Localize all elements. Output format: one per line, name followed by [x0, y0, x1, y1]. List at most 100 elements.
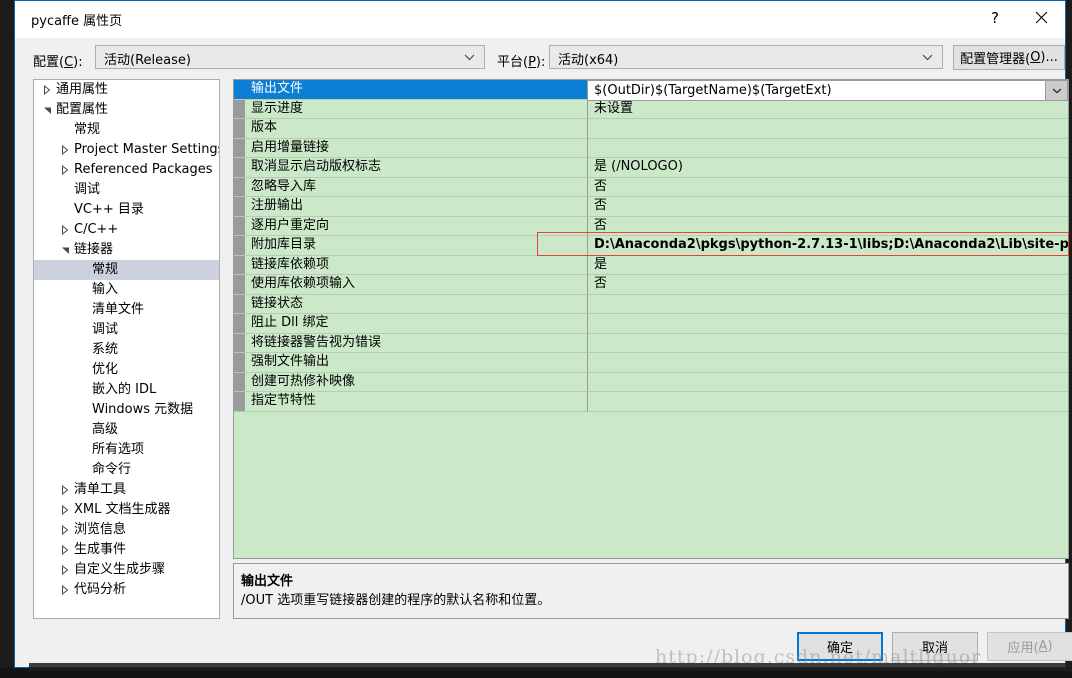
- close-icon[interactable]: [1018, 1, 1064, 34]
- property-name: 启用增量链接: [234, 138, 588, 158]
- property-row[interactable]: 附加库目录 D:\Anaconda2\pkgs\python-2.7.13-1\l…: [234, 236, 1068, 256]
- property-value[interactable]: [588, 392, 1068, 412]
- property-name: 显示进度: [234, 99, 588, 119]
- bottom-blur-strip: [29, 663, 1072, 671]
- property-row[interactable]: 创建可热修补映像: [234, 372, 1068, 392]
- property-value[interactable]: 是 (/NOLOGO): [588, 158, 1068, 178]
- property-value[interactable]: D:\Anaconda2\pkgs\python-2.7.13-1\libs;D…: [588, 236, 1068, 256]
- tree-item[interactable]: 清单工具: [34, 480, 219, 500]
- expander-collapsed-icon[interactable]: [58, 560, 72, 580]
- property-value[interactable]: [588, 373, 1068, 392]
- expander-collapsed-icon[interactable]: [58, 520, 72, 540]
- description-text: /OUT 选项重写链接器创建的程序的默认名称和位置。: [241, 593, 551, 608]
- property-value[interactable]: [588, 139, 1068, 158]
- chevron-down-icon[interactable]: [1045, 81, 1067, 100]
- tree-item-label: 生成事件: [74, 542, 127, 557]
- property-name: 链接库依赖项: [234, 255, 588, 275]
- property-row[interactable]: 链接库依赖项是: [234, 255, 1068, 275]
- configuration-manager-button[interactable]: 配置管理器(O)...: [953, 45, 1065, 70]
- property-value[interactable]: 未设置: [588, 100, 1068, 119]
- close-glyph: [1035, 11, 1047, 24]
- tree-item[interactable]: 通用属性: [34, 80, 219, 100]
- property-row[interactable]: 将链接器警告视为错误: [234, 333, 1068, 353]
- tree-item[interactable]: 命令行: [34, 460, 219, 480]
- expander-expanded-icon[interactable]: [58, 240, 72, 260]
- property-row[interactable]: 逐用户重定向否: [234, 216, 1068, 236]
- property-name: 创建可热修补映像: [234, 372, 588, 392]
- tree-item[interactable]: 常规: [34, 120, 219, 140]
- property-value[interactable]: 否: [588, 178, 1068, 197]
- property-row[interactable]: 版本: [234, 119, 1068, 139]
- property-row[interactable]: 指定节特性: [234, 392, 1068, 412]
- tree-item[interactable]: XML 文档生成器: [34, 500, 219, 520]
- expander-collapsed-icon[interactable]: [58, 540, 72, 560]
- property-row[interactable]: 强制文件输出: [234, 353, 1068, 373]
- expander-collapsed-icon[interactable]: [58, 220, 72, 240]
- property-name: 链接状态: [234, 294, 588, 314]
- tree-item[interactable]: Project Master Settings: [34, 140, 219, 160]
- chevron-down-icon: [464, 46, 475, 68]
- tree-item[interactable]: 嵌入的 IDL: [34, 380, 219, 400]
- property-value[interactable]: 否: [588, 217, 1068, 236]
- output-file-editor[interactable]: $(OutDir)$(TargetName)$(TargetExt): [587, 80, 1068, 101]
- property-row[interactable]: 取消显示启动版权标志是 (/NOLOGO): [234, 158, 1068, 178]
- tree-item[interactable]: 代码分析: [34, 580, 219, 600]
- tree-item[interactable]: 常规: [34, 260, 219, 280]
- platform-dropdown[interactable]: 活动(x64): [549, 45, 943, 69]
- expander-collapsed-icon[interactable]: [58, 140, 72, 160]
- property-value[interactable]: [588, 314, 1068, 334]
- property-name: 忽略导入库: [234, 177, 588, 197]
- cancel-button[interactable]: 取消: [892, 632, 978, 661]
- property-value[interactable]: [588, 353, 1068, 373]
- tree-item[interactable]: 所有选项: [34, 440, 219, 460]
- property-name: 逐用户重定向: [234, 216, 588, 236]
- property-row[interactable]: 使用库依赖项输入否: [234, 275, 1068, 295]
- tree-item[interactable]: 优化: [34, 360, 219, 380]
- property-row[interactable]: 启用增量链接: [234, 138, 1068, 158]
- property-value[interactable]: 是: [588, 256, 1068, 275]
- tree-item[interactable]: 浏览信息: [34, 520, 219, 540]
- property-row[interactable]: 忽略导入库否: [234, 177, 1068, 197]
- property-row[interactable]: 注册输出否: [234, 197, 1068, 217]
- property-value[interactable]: [588, 295, 1068, 314]
- tree-item[interactable]: 清单文件: [34, 300, 219, 320]
- expander-collapsed-icon[interactable]: [58, 500, 72, 520]
- tree-item[interactable]: 输入: [34, 280, 219, 300]
- expander-expanded-icon[interactable]: [40, 100, 54, 120]
- title-bar: pycaffe 属性页 ?: [15, 1, 1065, 38]
- property-row[interactable]: 阻止 Dll 绑定: [234, 314, 1068, 334]
- property-name: 阻止 Dll 绑定: [234, 314, 588, 334]
- property-grid[interactable]: 输出文件 显示进度 未设置 版本 启用增量链接 取消显示启动版权标志是 (/NOLOGO)…: [233, 79, 1069, 559]
- tree-item[interactable]: 配置属性: [34, 100, 219, 120]
- property-value[interactable]: [588, 334, 1068, 353]
- expander-collapsed-icon[interactable]: [58, 580, 72, 600]
- tree-item[interactable]: 调试: [34, 320, 219, 340]
- property-tree[interactable]: 通用属性 配置属性常规 Project Master Settings Referen…: [33, 79, 220, 619]
- property-name: 使用库依赖项输入: [234, 275, 588, 295]
- help-icon[interactable]: ?: [972, 1, 1018, 34]
- tree-item-label: 清单工具: [74, 482, 127, 497]
- tree-item[interactable]: Referenced Packages: [34, 160, 219, 180]
- tree-item[interactable]: 生成事件: [34, 540, 219, 560]
- expander-collapsed-icon[interactable]: [40, 80, 54, 100]
- expander-collapsed-icon[interactable]: [58, 160, 72, 180]
- property-value[interactable]: [588, 119, 1068, 139]
- configuration-dropdown[interactable]: 活动(Release): [95, 45, 485, 69]
- tree-item[interactable]: Windows 元数据: [34, 400, 219, 420]
- property-value[interactable]: 否: [588, 275, 1068, 295]
- property-value[interactable]: 否: [588, 197, 1068, 217]
- tree-item[interactable]: C/C++: [34, 220, 219, 240]
- tree-item[interactable]: VC++ 目录: [34, 200, 219, 220]
- property-row[interactable]: 链接状态: [234, 294, 1068, 314]
- tree-item[interactable]: 系统: [34, 340, 219, 360]
- ok-button[interactable]: 确定: [797, 632, 883, 661]
- tree-item[interactable]: 链接器: [34, 240, 219, 260]
- dialog-title: pycaffe 属性页: [31, 14, 123, 29]
- tree-item[interactable]: 自定义生成步骤: [34, 560, 219, 580]
- tree-item[interactable]: 调试: [34, 180, 219, 200]
- tree-item[interactable]: 高级: [34, 420, 219, 440]
- property-row[interactable]: 显示进度 未设置: [234, 99, 1068, 119]
- tree-item-label: 常规: [74, 122, 101, 137]
- property-name: 取消显示启动版权标志: [234, 158, 588, 178]
- expander-collapsed-icon[interactable]: [58, 480, 72, 500]
